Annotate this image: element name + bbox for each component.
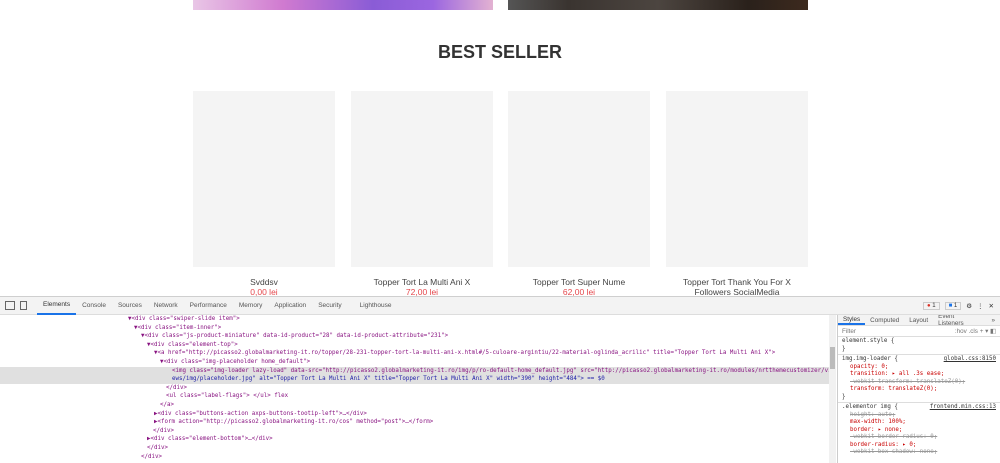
dom-node-selected[interactable]: <img class="img-loader lazy-load" data-s… <box>0 366 829 376</box>
error-count-badge[interactable]: ● 1 <box>922 302 940 310</box>
css-property[interactable]: max-width: 100%; <box>842 419 996 427</box>
product-card[interactable]: Topper Tort La Multi Ani X 72,00 lei <box>351 91 493 296</box>
rule-source-link[interactable]: global.css:8150 <box>944 356 996 364</box>
devtools-toolbar: Elements Console Sources Network Perform… <box>0 297 1000 315</box>
more-options-icon[interactable]: ⋮ <box>977 302 984 310</box>
dom-node[interactable]: ▶<form action="http://picasso2.globalmar… <box>0 418 829 427</box>
dom-node[interactable]: </div> <box>0 444 829 453</box>
css-rule[interactable]: element.style {} <box>838 337 1000 355</box>
css-property[interactable]: transition: ▸ all .3s ease; <box>842 371 996 379</box>
product-image[interactable] <box>193 91 335 267</box>
dom-node[interactable]: ▼<div class="js-product-miniature" data-… <box>0 332 829 341</box>
settings-gear-icon[interactable]: ⚙ <box>966 302 972 310</box>
tab-layout[interactable]: Layout <box>904 317 933 324</box>
css-property[interactable]: opacity: 0; <box>842 364 996 372</box>
styles-filter-input[interactable]: Filter <box>842 328 856 335</box>
tab-performance[interactable]: Performance <box>184 297 233 314</box>
tab-security[interactable]: Security <box>312 297 347 314</box>
tab-memory[interactable]: Memory <box>233 297 268 314</box>
tab-console[interactable]: Console <box>76 297 112 314</box>
css-rule[interactable]: img.img-loader { global.css:8150 opacity:… <box>838 355 1000 403</box>
hov-toggle[interactable]: :hov <box>955 328 967 335</box>
device-toolbar-icon[interactable] <box>20 301 27 310</box>
product-name[interactable]: Svddsv <box>193 277 335 287</box>
rule-source-link[interactable]: frontend.min.css:13 <box>930 404 996 412</box>
banner-image-left[interactable] <box>193 0 493 10</box>
dom-node[interactable]: <ul class="label-flags"> </ul> flex <box>0 392 829 401</box>
tab-event-listeners[interactable]: Event Listeners <box>933 315 986 327</box>
dom-node[interactable]: </div> <box>0 453 829 462</box>
dom-node[interactable]: ▶<div class="element-bottom">…</div> <box>0 435 829 444</box>
tab-sources[interactable]: Sources <box>112 297 148 314</box>
css-property-overridden[interactable]: -webkit-border-radius: 0; <box>842 434 996 442</box>
dom-node[interactable]: ▶<div class="buttons-action axps-buttons… <box>0 410 829 419</box>
sidebar-toggle-icon[interactable]: ◧ <box>990 328 996 335</box>
product-price: 62,00 lei <box>562 287 596 296</box>
tab-network[interactable]: Network <box>148 297 184 314</box>
devtools-panel: Elements Console Sources Network Perform… <box>0 296 1000 463</box>
rule-selector: img.img-loader { <box>842 356 898 362</box>
product-name[interactable]: Topper Tort La Multi Ani X <box>351 277 493 287</box>
dom-tree-scrollbar[interactable] <box>829 315 836 463</box>
product-card[interactable]: Topper Tort Thank You For X Followers So… <box>666 91 808 296</box>
tab-lighthouse[interactable]: Lighthouse <box>354 297 398 314</box>
close-icon[interactable]: ✕ <box>989 302 994 310</box>
inspect-element-icon[interactable] <box>5 301 15 310</box>
error-icon: ● <box>926 303 931 309</box>
tab-styles[interactable]: Styles <box>838 316 866 325</box>
error-count: 1 <box>932 303 936 309</box>
product-image[interactable] <box>666 91 808 267</box>
add-rule-icon[interactable]: + <box>980 328 984 335</box>
tab-application[interactable]: Application <box>268 297 312 314</box>
css-property[interactable]: border-radius: ▸ 0; <box>842 442 996 450</box>
section-title: BEST SELLER <box>437 42 562 62</box>
dom-node[interactable]: ▼<div class="img-placeholder home_defaul… <box>0 358 829 367</box>
css-property-overridden[interactable]: -webkit-transform: translateZ(0); <box>842 379 996 387</box>
cls-toggle[interactable]: .cls <box>968 328 977 335</box>
web-page: BEST SELLER Svddsv 0,00 lei Topper Tort … <box>0 0 1000 296</box>
dom-node-selected-continued[interactable]: ews/img/placeholder.jpg" alt="Topper Tor… <box>0 375 829 384</box>
rule-selector: .elementor img { <box>842 404 898 410</box>
tab-computed[interactable]: Computed <box>865 317 904 324</box>
product-image[interactable] <box>508 91 650 267</box>
product-price: 0,00 lei <box>250 287 278 296</box>
css-property[interactable]: border: ▸ none; <box>842 427 996 435</box>
css-property-overridden[interactable]: height: auto; <box>842 412 996 420</box>
dom-node[interactable]: ▼<div class="element-top"> <box>0 341 829 350</box>
css-property-overridden[interactable]: -webkit-box-shadow: none; <box>842 449 996 457</box>
dom-node[interactable]: ▼<a href="http://picasso2.globalmarketin… <box>0 349 829 358</box>
dom-node[interactable]: </a> <box>0 401 829 410</box>
dom-node[interactable]: </div> <box>0 384 829 393</box>
dom-node[interactable]: </div> <box>0 427 829 436</box>
css-rule[interactable]: .elementor img { frontend.min.css:13 heig… <box>838 403 1000 458</box>
message-icon: ■ <box>948 303 953 309</box>
product-image[interactable] <box>351 91 493 267</box>
product-name[interactable]: Topper Tort Super Nume <box>508 277 650 287</box>
product-name[interactable]: Topper Tort Thank You For X Followers So… <box>666 277 808 296</box>
message-count-badge[interactable]: ■ 1 <box>944 302 962 310</box>
dom-node[interactable]: ▼<div class="swiper-slide item"> <box>0 315 829 324</box>
dom-tree[interactable]: ▼<div class="swiper-slide item"> ▼<div c… <box>0 315 829 463</box>
dom-node[interactable]: ▼<div class="item-inner"> <box>0 324 829 333</box>
banner-image-right[interactable] <box>508 0 808 10</box>
styles-pane: Styles Computed Layout Event Listeners »… <box>837 315 1000 463</box>
tab-elements[interactable]: Elements <box>37 296 77 315</box>
product-card[interactable]: Svddsv 0,00 lei <box>193 91 335 296</box>
css-property[interactable]: transform: translateZ(0); <box>842 386 996 394</box>
rule-selector: element.style { <box>842 338 895 344</box>
message-count: 1 <box>953 303 958 309</box>
paint-icon[interactable]: ▾ <box>985 328 988 335</box>
more-tabs-icon[interactable]: » <box>986 317 1000 324</box>
product-price: 72,00 lei <box>405 287 439 296</box>
product-card[interactable]: Topper Tort Super Nume 62,00 lei <box>508 91 650 296</box>
